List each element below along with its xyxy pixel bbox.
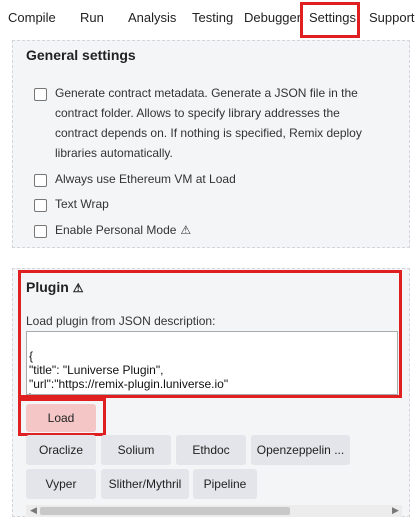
personal-mode-checkbox[interactable] — [34, 225, 47, 238]
settings-tab-highlight — [300, 2, 360, 38]
option-personal-mode[interactable]: Enable Personal Mode ⚠ — [34, 223, 191, 240]
load-button[interactable]: Load — [26, 404, 96, 432]
ethereum-vm-checkbox[interactable] — [34, 174, 47, 187]
tab-testing[interactable]: Testing — [192, 10, 233, 25]
tab-debugger[interactable]: Debugger — [244, 10, 301, 25]
tab-analysis[interactable]: Analysis — [128, 10, 176, 25]
option-text-wrap[interactable]: Text Wrap — [34, 197, 109, 214]
tab-run[interactable]: Run — [80, 10, 104, 25]
plugin-title: Plugin ⚠ — [26, 279, 84, 295]
plugin-warning-icon: ⚠ — [72, 281, 84, 295]
plugin-openzeppelin-button[interactable]: Openzeppelin ... — [251, 435, 350, 465]
json-line: "url":"https://remix-plugin.luniverse.io… — [29, 377, 229, 391]
plugin-vyper-button[interactable]: Vyper — [26, 469, 96, 499]
plugin-pipeline-button[interactable]: Pipeline — [193, 469, 257, 499]
scrollbar-thumb[interactable] — [40, 507, 290, 515]
plugin-json-textarea[interactable]: {"title": "Luniverse Plugin", "url":"http… — [26, 331, 398, 395]
ethereum-vm-label: Always use Ethereum VM at Load — [55, 172, 236, 186]
metadata-label: Generate contract metadata. Generate a J… — [55, 86, 362, 160]
text-wrap-label: Text Wrap — [55, 197, 109, 211]
tab-support[interactable]: Support — [369, 10, 415, 25]
json-line: { — [29, 349, 34, 363]
personal-mode-label: Enable Personal Mode ⚠ — [55, 220, 191, 240]
scroll-right-icon[interactable]: ▶ — [392, 505, 399, 516]
option-ethereum-vm[interactable]: Always use Ethereum VM at Load — [34, 172, 236, 189]
warning-icon: ⚠ — [180, 223, 192, 237]
json-line: } — [29, 391, 395, 394]
general-settings-title: General settings — [26, 47, 136, 63]
option-generate-metadata[interactable]: Generate contract metadata. Generate a J… — [34, 86, 374, 163]
tab-compile[interactable]: Compile — [8, 10, 56, 25]
plugin-oraclize-button[interactable]: Oraclize — [26, 435, 96, 465]
plugin-ethdoc-button[interactable]: Ethdoc — [176, 435, 246, 465]
text-wrap-checkbox[interactable] — [34, 199, 47, 212]
json-line: "title": "Luniverse Plugin", — [29, 363, 164, 377]
load-plugin-label: Load plugin from JSON description: — [26, 314, 216, 328]
metadata-checkbox[interactable] — [34, 88, 47, 101]
plugin-solium-button[interactable]: Solium — [101, 435, 171, 465]
scroll-left-icon[interactable]: ◀ — [30, 505, 37, 516]
plugin-slither-mythril-button[interactable]: Slither/Mythril — [101, 469, 189, 499]
